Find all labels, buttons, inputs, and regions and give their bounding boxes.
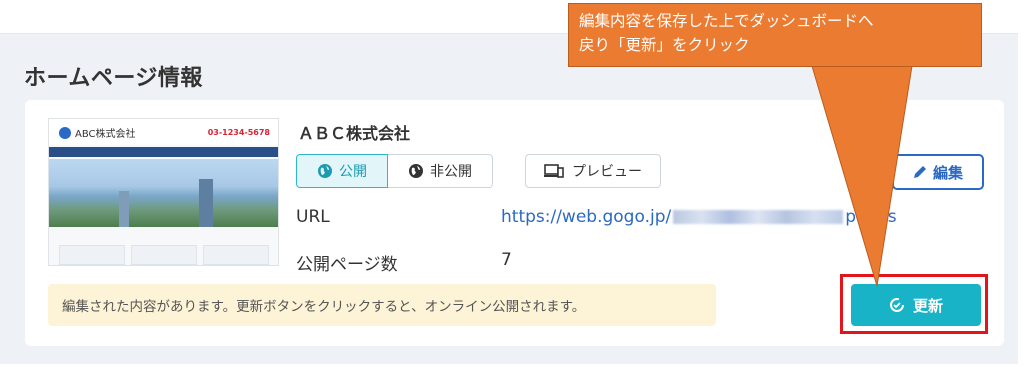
callout-line-1: 編集内容を保存した上でダッシュボードへ <box>579 12 874 30</box>
callout-line-2: 戻り「更新」をクリック <box>579 36 750 54</box>
notice-text: 編集された内容があります。更新ボタンをクリックすると、オンライン公開されます。 <box>62 299 586 315</box>
url-suffix: pages <box>845 207 897 227</box>
unpublish-label: 非公開 <box>430 164 472 180</box>
url-label: URL <box>296 207 330 227</box>
thumbnail-tel: 03-1234-5678 <box>207 128 270 137</box>
thumbnail-hero-image <box>49 159 278 227</box>
site-url-link[interactable]: https://web.gogo.jp/pages <box>501 207 897 227</box>
unsaved-changes-notice: 編集された内容があります。更新ボタンをクリックすると、オンライン公開されます。 <box>48 284 716 326</box>
pencil-icon <box>913 166 926 178</box>
unpublish-button[interactable]: 非公開 <box>388 154 493 188</box>
url-prefix: https://web.gogo.jp/ <box>501 207 672 227</box>
edit-button[interactable]: 編集 <box>892 154 984 190</box>
globe-icon <box>409 164 423 178</box>
thumbnail-logo-icon <box>59 127 71 139</box>
instruction-callout: 編集内容を保存した上でダッシュボードへ 戻り「更新」をクリック <box>568 3 982 67</box>
edit-label: 編集 <box>932 163 963 182</box>
published-pages-label: 公開ページ数 <box>296 255 398 275</box>
publish-button[interactable]: 公開 <box>296 154 388 188</box>
published-pages-count: 7 <box>501 250 512 270</box>
publish-toggle: 公開 非公開 <box>296 154 493 188</box>
publish-label: 公開 <box>339 164 367 180</box>
section-title: ホームページ情報 <box>24 66 203 91</box>
globe-icon <box>318 164 332 178</box>
update-highlight-frame <box>840 274 988 334</box>
site-thumbnail[interactable]: ABC株式会社 03-1234-5678 <box>48 118 279 266</box>
thumbnail-header: ABC株式会社 03-1234-5678 <box>49 119 278 145</box>
thumbnail-logo-text: ABC株式会社 <box>75 129 136 140</box>
thumbnail-nav <box>49 147 278 157</box>
redacted-url-segment <box>673 210 844 224</box>
thumbnail-content-row <box>59 245 269 265</box>
devices-icon <box>544 164 564 178</box>
preview-label: プレビュー <box>572 164 642 180</box>
preview-button[interactable]: プレビュー <box>525 154 661 188</box>
site-name: ＡＢＣ株式会社 <box>298 124 411 143</box>
